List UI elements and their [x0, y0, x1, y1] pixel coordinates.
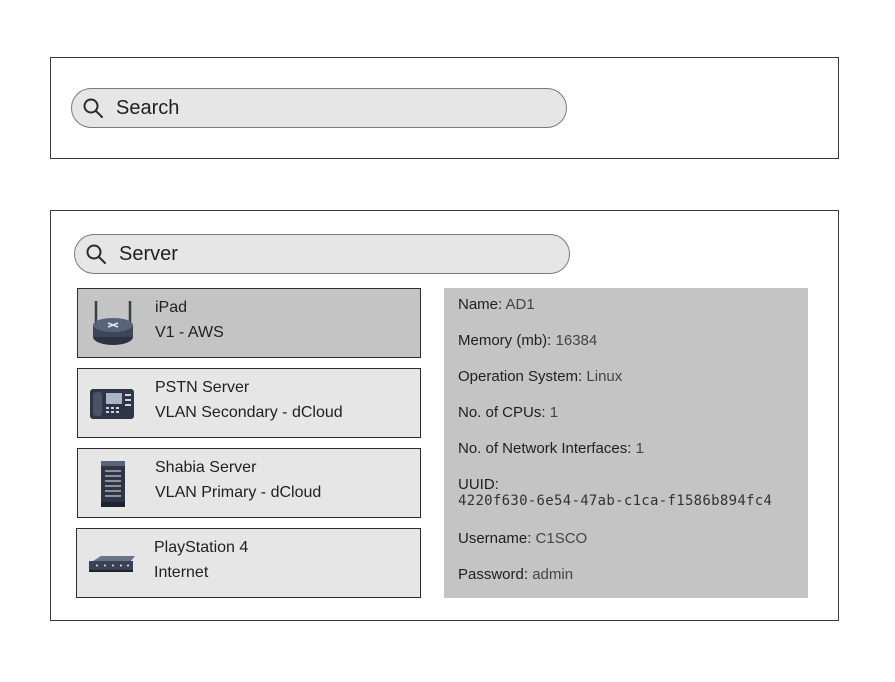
- detail-memory-label: Memory (mb):: [458, 332, 552, 349]
- detail-os-value: Linux: [586, 368, 623, 385]
- server-search-input[interactable]: Server: [74, 234, 570, 274]
- device-name: iPad: [155, 299, 188, 316]
- device-card-shabia-server[interactable]: Shabia Server VLAN Primary - dCloud: [77, 448, 421, 518]
- detail-username: Username: C1SCO: [458, 530, 587, 547]
- server-search-value: Server: [119, 242, 178, 265]
- detail-uuid-value: 4220f630-6e54-47ab-c1ca-f1586b894fc4: [458, 493, 773, 509]
- server-details-panel: Name: AD1 Memory (mb): 16384 Operation S…: [444, 288, 808, 598]
- server-tower-icon: [86, 457, 140, 511]
- detail-os-label: Operation System:: [458, 368, 583, 385]
- detail-name: Name: AD1: [458, 296, 535, 313]
- detail-uuid: UUID: 4220f630-6e54-47ab-c1ca-f1586b894f…: [458, 476, 772, 509]
- detail-cpus: No. of CPUs: 1: [458, 404, 558, 421]
- search-icon: [82, 97, 104, 119]
- search-panel: Search: [50, 57, 839, 159]
- detail-username-label: Username:: [458, 530, 532, 547]
- detail-network-interfaces: No. of Network Interfaces: 1: [458, 440, 644, 457]
- detail-uuid-label: UUID:: [458, 476, 499, 493]
- search-input-value: Search: [116, 96, 180, 119]
- device-card-pstn-server[interactable]: PSTN Server VLAN Secondary - dCloud: [77, 368, 421, 438]
- detail-password-label: Password:: [458, 566, 529, 583]
- ip-phone-icon: [86, 377, 140, 431]
- device-network: Internet: [154, 564, 209, 581]
- search-icon: [85, 243, 107, 265]
- network-switch-icon: [85, 537, 139, 591]
- device-name: Shabia Server: [155, 459, 257, 476]
- detail-nics-value: 1: [635, 440, 644, 457]
- device-network: VLAN Secondary - dCloud: [155, 404, 343, 421]
- detail-name-value: AD1: [505, 296, 535, 313]
- detail-os: Operation System: Linux: [458, 368, 622, 385]
- wireless-router-icon: [86, 297, 140, 351]
- detail-cpus-label: No. of CPUs:: [458, 404, 546, 421]
- detail-password-value: admin: [532, 566, 574, 583]
- device-name: PSTN Server: [155, 379, 250, 396]
- detail-nics-label: No. of Network Interfaces:: [458, 440, 632, 457]
- device-card-ipad[interactable]: iPad V1 - AWS: [77, 288, 421, 358]
- search-input[interactable]: Search: [71, 88, 567, 128]
- detail-memory: Memory (mb): 16384: [458, 332, 597, 349]
- device-name: PlayStation 4: [154, 539, 249, 556]
- device-network: VLAN Primary - dCloud: [155, 484, 322, 501]
- device-card-playstation-4[interactable]: PlayStation 4 Internet: [76, 528, 421, 598]
- detail-password: Password: admin: [458, 566, 573, 583]
- device-network: V1 - AWS: [155, 324, 224, 341]
- detail-name-label: Name:: [458, 296, 503, 313]
- detail-username-value: C1SCO: [535, 530, 588, 547]
- detail-cpus-value: 1: [549, 404, 559, 421]
- server-browser-panel: Server iPad V1 - AWS PSTN Server VLAN Se…: [50, 210, 839, 621]
- detail-memory-value: 16384: [555, 332, 598, 349]
